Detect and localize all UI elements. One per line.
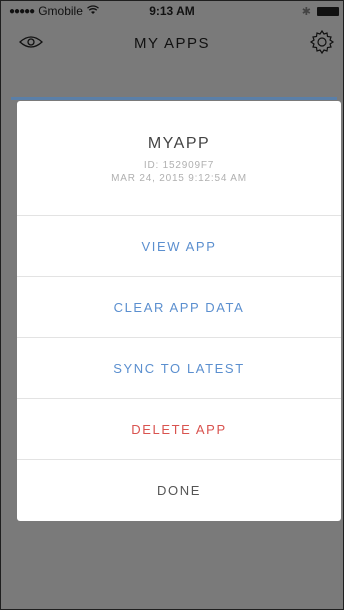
bluetooth-icon: ✱ (301, 6, 311, 18)
app-id: ID: 152909F7 (143, 160, 215, 171)
page-title: MY APPS (133, 35, 211, 52)
nav-bar: MY APPS (1, 21, 343, 65)
background-card-edge (11, 97, 337, 100)
app-meta: ID: 152909F7 MAR 24, 2015 9:12:54 AM (17, 159, 341, 185)
sheet-header: MYAPP ID: 152909F7 MAR 24, 2015 9:12:54 … (17, 101, 341, 216)
done-button[interactable]: DONE (17, 460, 341, 521)
status-time: 9:13 AM (149, 4, 195, 18)
phone-screen: ●●●●● Gmobile 9:13 AM ✱ MY APPS MYAPP ID… (0, 0, 344, 610)
battery-icon (317, 7, 339, 16)
clear-app-data-button[interactable]: CLEAR APP DATA (17, 277, 341, 338)
sync-to-latest-button[interactable]: SYNC TO LATEST (17, 338, 341, 399)
app-name: MYAPP (147, 135, 211, 152)
app-date: MAR 24, 2015 9:12:54 AM (111, 173, 247, 184)
view-app-button[interactable]: VIEW APP (17, 216, 341, 277)
status-right: ✱ (302, 5, 339, 18)
delete-app-button[interactable]: DELETE APP (17, 399, 341, 460)
status-bar: ●●●●● Gmobile 9:13 AM ✱ (1, 1, 343, 21)
gear-icon[interactable] (309, 29, 335, 60)
app-action-sheet: MYAPP ID: 152909F7 MAR 24, 2015 9:12:54 … (17, 101, 341, 521)
